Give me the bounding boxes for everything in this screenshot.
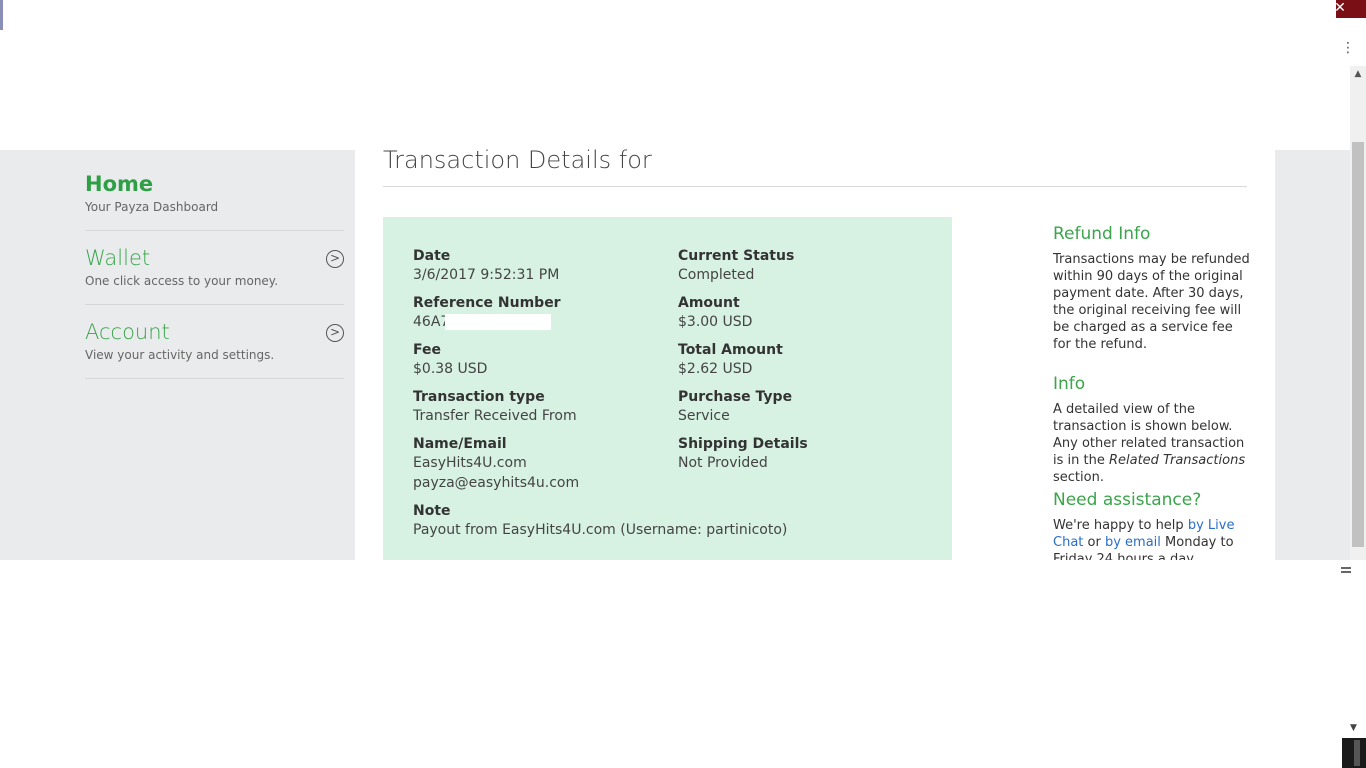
field-label: Total Amount — [678, 342, 783, 358]
section-heading: Refund Info — [1053, 224, 1151, 244]
page-header — [3, 0, 1336, 150]
section-text: Transactions may be refunded within 90 d… — [1053, 252, 1250, 352]
field-value: Transfer Received From — [413, 408, 577, 424]
field-fee: Fee $0.38 USD — [413, 341, 487, 379]
resize-handle-icon[interactable] — [1341, 567, 1351, 573]
sidebar-item-subtitle: Your Payza Dashboard — [85, 200, 219, 214]
refund-info-section: Refund Info Transactions may be refunded… — [1053, 226, 1253, 353]
field-label: Date — [413, 248, 451, 264]
field-purchase-type: Purchase Type Service — [678, 388, 792, 426]
field-label: Transaction type — [413, 389, 545, 405]
field-status: Current Status Completed — [678, 247, 794, 285]
section-text: A detailed view of the transaction is sh… — [1053, 401, 1253, 486]
field-shipping: Shipping Details Not Provided — [678, 435, 808, 473]
field-label: Current Status — [678, 248, 795, 264]
info-section: Info A detailed view of the transaction … — [1053, 376, 1253, 486]
field-value: 3/6/2017 9:52:31 PM — [413, 267, 560, 283]
field-total: Total Amount $2.62 USD — [678, 341, 783, 379]
field-label: Name/Email — [413, 436, 507, 452]
sidebar-item-label: Account — [85, 320, 170, 344]
field-note: Note Payout from EasyHits4U.com (Usernam… — [413, 502, 787, 540]
field-label: Reference Number — [413, 295, 561, 311]
field-value: Not Provided — [678, 455, 768, 471]
sidebar-item-subtitle: One click access to your money. — [85, 274, 279, 288]
related-transactions-ref: Related Transactions — [1108, 453, 1246, 468]
sidebar-item-home[interactable]: Home Your Payza Dashboard — [85, 172, 344, 231]
field-value-email: payza@easyhits4u.com — [413, 475, 580, 491]
sidebar-item-account[interactable]: Account View your activity and settings.… — [85, 320, 344, 379]
assist-text: We're happy to help — [1053, 518, 1188, 533]
field-label: Note — [413, 503, 451, 519]
field-value: EasyHits4U.com — [413, 455, 527, 471]
scroll-down-arrow-icon[interactable]: ▼ — [1341, 722, 1366, 734]
field-value: Completed — [678, 267, 755, 283]
sidebar-item-label: Wallet — [85, 246, 151, 270]
field-date: Date 3/6/2017 9:52:31 PM — [413, 247, 559, 285]
assist-text: or — [1083, 535, 1105, 550]
scroll-up-arrow-icon[interactable]: ▲ — [1350, 68, 1366, 80]
field-label: Amount — [678, 295, 740, 311]
assistance-clip: Need assistance? We're happy to help by … — [1053, 490, 1263, 561]
section-heading: Info — [1053, 374, 1086, 394]
chevron-right-icon[interactable]: > — [326, 324, 344, 342]
sidebar-item-subtitle: View your activity and settings. — [85, 348, 275, 362]
sidebar-item-label: Home — [85, 172, 154, 196]
chevron-right-icon[interactable]: > — [326, 250, 344, 268]
page-title: Transaction Details for — [383, 146, 652, 174]
field-label: Purchase Type — [678, 389, 793, 405]
divider — [383, 186, 1247, 187]
info-text: section. — [1053, 470, 1104, 485]
field-label: Shipping Details — [678, 436, 808, 452]
assistance-section: Need assistance? We're happy to help by … — [1053, 490, 1253, 561]
reference-value: 46A7 — [413, 314, 450, 330]
taskbar-fragment — [1342, 738, 1366, 768]
field-label: Fee — [413, 342, 441, 358]
field-transaction-type: Transaction type Transfer Received From — [413, 388, 577, 426]
scrollbar-thumb[interactable] — [1352, 142, 1364, 547]
field-value: $2.62 USD — [678, 361, 753, 377]
section-heading: Need assistance? — [1053, 490, 1202, 510]
field-name-email: Name/Email EasyHits4U.com payza@easyhits… — [413, 435, 579, 493]
field-value: Payout from EasyHits4U.com (Username: pa… — [413, 522, 788, 538]
email-link[interactable]: by email — [1105, 535, 1161, 550]
redaction-mask — [445, 314, 552, 330]
field-value: $3.00 USD — [678, 314, 753, 330]
field-value: Service — [678, 408, 730, 424]
section-text: We're happy to help by Live Chat or by e… — [1053, 517, 1253, 560]
field-reference: Reference Number 46A7 — [413, 294, 561, 332]
sidebar-item-wallet[interactable]: Wallet One click access to your money. > — [85, 246, 344, 305]
field-value: $0.38 USD — [413, 361, 488, 377]
field-amount: Amount $3.00 USD — [678, 294, 752, 332]
field-value: 46A7 — [413, 313, 561, 332]
more-menu-icon[interactable]: ⋮ — [1338, 38, 1358, 58]
